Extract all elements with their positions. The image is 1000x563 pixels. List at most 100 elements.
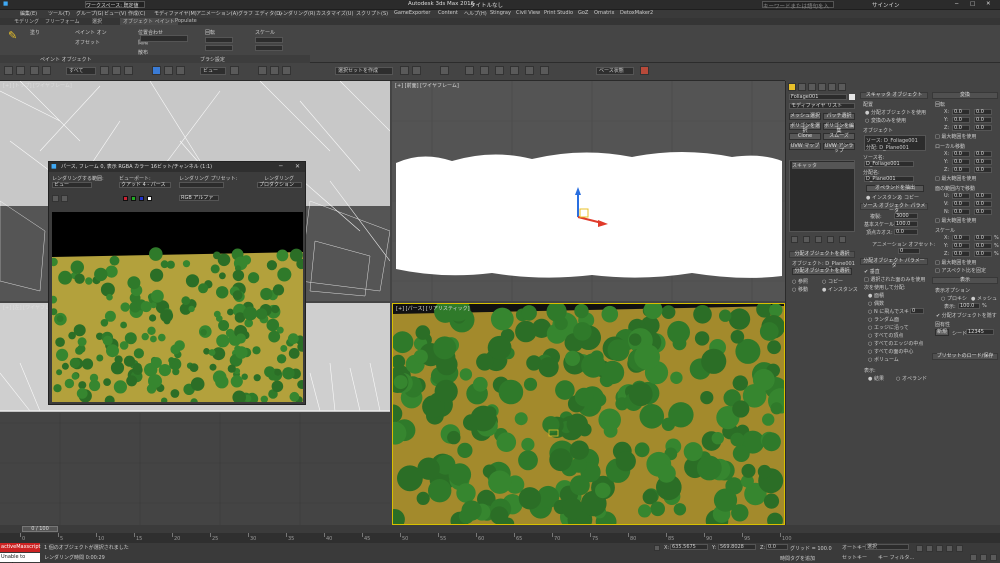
proxies-radio[interactable]: ○ プロキシ — [941, 295, 967, 302]
xform-rot-field-0-1[interactable]: 0.0 — [974, 109, 992, 115]
ribbon-tab-0[interactable]: モデリング — [14, 18, 39, 25]
dist-option-radio-7[interactable]: ○ すべての面の中心 — [868, 348, 913, 355]
goto-start-icon[interactable] — [916, 545, 923, 552]
instance-radio[interactable]: ● インスタンス — [866, 194, 902, 201]
configure-sets-icon[interactable] — [839, 236, 846, 243]
xform-rot-field-1-0[interactable]: 0.0 — [952, 117, 970, 123]
display-tab-icon[interactable] — [828, 83, 836, 91]
maxscript-output[interactable]: Unable to create — [0, 553, 40, 563]
render-area-dropdown[interactable]: ビュー — [52, 182, 92, 188]
ribbon-tab-3[interactable]: オブジェクト ペイント — [120, 18, 178, 25]
viewport-top-label[interactable]: [+] [トップ] [ワイヤフレーム] — [3, 82, 72, 89]
dist-params-rollout[interactable]: 分配オブジェクト パラメータ — [860, 258, 928, 269]
duplicates-field[interactable]: 3000 — [894, 213, 918, 219]
modifier-button-4[interactable]: Clone — [789, 133, 821, 140]
layer-icon[interactable] — [440, 66, 449, 75]
render-preset-dropdown[interactable] — [179, 182, 224, 188]
menu-item-5[interactable]: モディファイヤ(M) — [154, 10, 197, 17]
lock-aspect-checkbox[interactable]: □ アスペクト比を固定 — [935, 267, 986, 274]
surf-use-max-checkbox[interactable]: □ 最大範囲を使用 — [935, 217, 976, 224]
render-setup-icon[interactable] — [510, 66, 519, 75]
menu-item-19[interactable]: DetoxMaker2 — [620, 10, 653, 16]
modifier-list-dropdown[interactable]: モディファイヤ リスト — [789, 103, 855, 109]
xform-rot-field-2-1[interactable]: 0.0 — [974, 125, 992, 131]
dist-option-radio-8[interactable]: ○ ボリューム — [868, 356, 899, 363]
xform-scale-field-0-1[interactable]: 0.0 — [974, 235, 992, 241]
time-slider-handle[interactable]: 0 / 100 — [22, 526, 58, 532]
maxscript-listener[interactable]: activeMaxscript — [0, 543, 40, 552]
instance-radio-2[interactable]: ● インスタンス — [822, 286, 858, 293]
dist-option-radio-5[interactable]: ○ すべての頂点 — [868, 332, 903, 339]
scene-state-dropdown[interactable]: ベース状態 — [596, 67, 634, 75]
extract-operand-button[interactable]: オペランドを抽出 — [866, 185, 924, 192]
mesh-radio[interactable]: ● メッシュ — [971, 295, 997, 302]
use-selected-faces-checkbox[interactable]: □ 選択された面のみを使用 — [864, 276, 925, 283]
viewport-perspective[interactable]: [+] [パース] [リアリスティック] — [392, 303, 785, 525]
align-icon[interactable] — [412, 66, 421, 75]
xform-surf-field-1-1[interactable]: 0.0 — [974, 201, 992, 207]
xform-loc-field-2-1[interactable]: 0.0 — [974, 167, 992, 173]
xform-surf-field-0-1[interactable]: 0.0 — [974, 193, 992, 199]
menu-item-16[interactable]: Print Studio — [544, 10, 573, 16]
ribbon-tab-4[interactable]: Populate — [175, 18, 197, 24]
menu-item-11[interactable]: GameExporter — [394, 10, 430, 16]
move-icon[interactable] — [152, 66, 161, 75]
xform-loc-field-0-0[interactable]: 0.0 — [952, 151, 970, 157]
copy-radio-2[interactable]: ○ コピー — [898, 194, 919, 201]
menu-item-6[interactable]: アニメーション(A) — [196, 10, 238, 17]
next-frame-icon[interactable] — [946, 545, 953, 552]
xform-surf-field-1-0[interactable]: 0.0 — [952, 201, 970, 207]
z-coord-field[interactable]: 0.0 — [766, 544, 788, 550]
search-input[interactable]: キーワードまたは語句を入力 — [762, 1, 834, 18]
modifier-button-2[interactable]: ポリゴンを選択 — [789, 123, 821, 134]
stack-item-scatter[interactable]: スキャッタ — [792, 162, 854, 169]
show-end-result-icon[interactable] — [803, 236, 810, 243]
modifier-button-1[interactable]: パッチ選択 — [823, 113, 855, 120]
xform-scale-field-1-0[interactable]: 0.0 — [952, 243, 970, 249]
modifier-button-5[interactable]: スムーズ — [823, 133, 855, 140]
workspace-dropdown[interactable]: ワークスペース: 既定値 — [85, 1, 145, 9]
viewport-front[interactable]: [+] [前面] [ワイヤフレーム] — [392, 81, 785, 301]
select-object-icon[interactable] — [100, 66, 109, 75]
render-frame-icon[interactable] — [525, 66, 534, 75]
percent-snap-icon[interactable] — [282, 66, 291, 75]
copy-image-icon[interactable] — [61, 195, 68, 202]
hide-dist-checkbox[interactable]: ✔ 分配オブジェクトを隠す — [936, 312, 997, 319]
dist-option-radio-6[interactable]: ○ すべてのエッジの中点 — [868, 340, 923, 347]
make-unique-icon[interactable] — [815, 236, 822, 243]
dist-option-radio-3[interactable]: ○ ランダム面 — [868, 316, 899, 323]
add-time-tag[interactable]: 時間タグを追加 — [780, 555, 815, 562]
seed-field[interactable]: 12345 — [966, 329, 994, 335]
object-color-swatch[interactable] — [849, 94, 855, 100]
render-icon[interactable] — [540, 66, 549, 75]
dist-option-radio-4[interactable]: ○ エッジに沿って — [868, 324, 909, 331]
pan-icon[interactable] — [980, 554, 987, 561]
reference-radio[interactable]: ○ 参照 — [792, 278, 808, 285]
green-channel-icon[interactable] — [131, 196, 136, 201]
rect-select-icon[interactable] — [124, 66, 133, 75]
channel-dropdown[interactable]: RGB アルファ — [179, 195, 219, 201]
use-transform-only-radio[interactable]: ○ 変換のみを使用 — [865, 117, 906, 124]
operand-radio[interactable]: ○ オペランド — [896, 375, 927, 382]
max-logo-icon[interactable]: ■ — [3, 1, 8, 7]
menu-item-2[interactable]: グループ(G) — [76, 10, 103, 17]
menu-item-18[interactable]: Ornatrix — [594, 10, 615, 16]
base-scale-field[interactable]: 100.0 — [894, 221, 918, 227]
menu-item-14[interactable]: Stingray — [490, 10, 511, 16]
redo-icon[interactable] — [16, 66, 25, 75]
reference-coord-dropdown[interactable]: ビュー — [200, 67, 226, 75]
xform-scale-field-2-0[interactable]: 0.0 — [952, 251, 970, 257]
y-coord-field[interactable]: 569.8028 — [718, 544, 756, 550]
display-pct-field[interactable]: 100.0 — [958, 303, 980, 309]
transforms-rollout[interactable]: 変換 — [932, 92, 998, 99]
menu-item-12[interactable]: Content — [438, 10, 458, 16]
xform-scale-field-2-1[interactable]: 0.0 — [974, 251, 992, 257]
ribbon-tab-1[interactable]: フリーフォーム — [45, 18, 80, 25]
scale-use-max-checkbox[interactable]: □ 最大範囲を使用 — [935, 259, 976, 266]
menu-item-8[interactable]: レンダリング(R) — [278, 10, 315, 17]
menu-item-17[interactable]: GoZ — [578, 10, 588, 16]
rw-close-icon[interactable]: ✕ — [295, 163, 300, 170]
modifier-stack[interactable]: スキャッタ — [789, 160, 855, 232]
render-teapot-icon[interactable] — [640, 66, 649, 75]
menu-item-9[interactable]: カスタマイズ(U) — [316, 10, 353, 17]
